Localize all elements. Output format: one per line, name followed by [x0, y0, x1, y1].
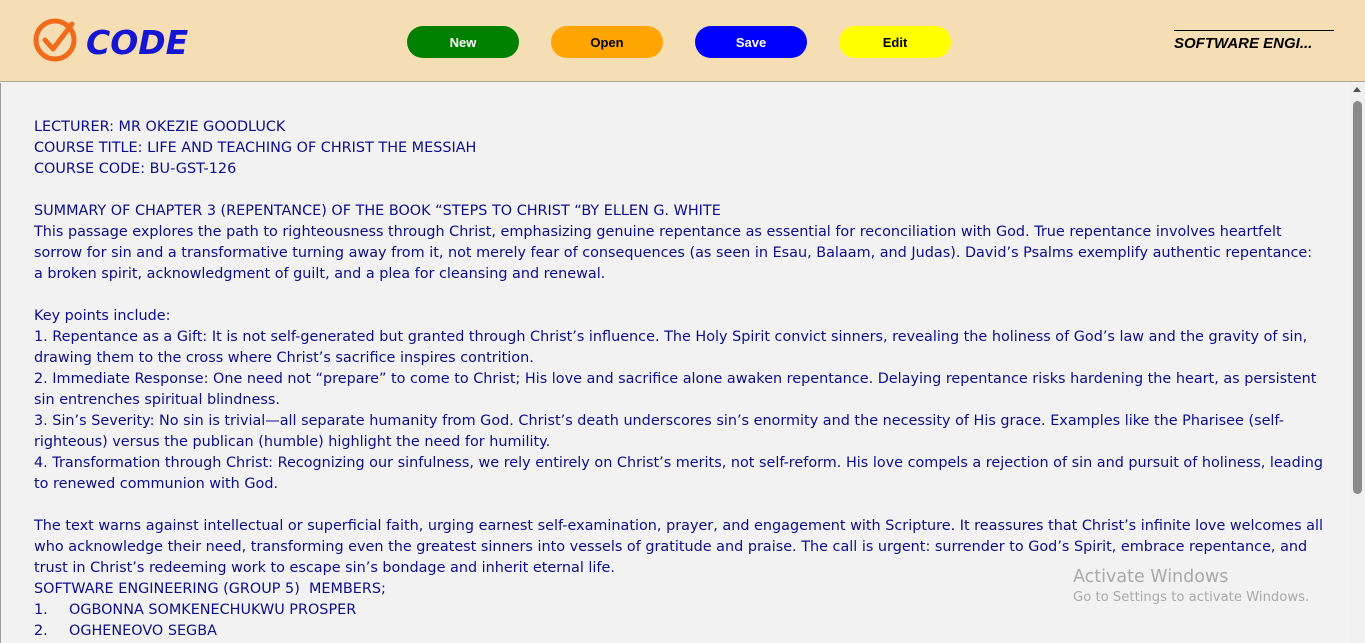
- key-point-3: 3. Sin’s Severity: No sin is trivial—all…: [34, 413, 1284, 450]
- key-points-heading: Key points include:: [34, 308, 171, 324]
- document-content[interactable]: LECTURER: MR OKEZIE GOODLUCK COURSE TITL…: [34, 117, 1324, 642]
- member-name: OGHENEOVO SEGBA: [69, 623, 217, 639]
- key-point-2: 2. Immediate Response: One need not “pre…: [34, 371, 1321, 408]
- check-circle-icon: [32, 16, 80, 69]
- intro-paragraph: This passage explores the path to righte…: [34, 224, 1317, 282]
- key-point-4: 4. Transformation through Christ: Recogn…: [34, 455, 1328, 492]
- key-point-1: 1. Repentance as a Gift: It is not self-…: [34, 329, 1312, 366]
- member-number: 1.: [34, 602, 48, 618]
- app-logo[interactable]: CODE: [32, 18, 188, 66]
- activation-watermark: Activate Windows Go to Settings to activ…: [1073, 566, 1309, 608]
- lecturer-line: LECTURER: MR OKEZIE GOODLUCK: [34, 119, 286, 135]
- member-number: 2.: [34, 623, 48, 639]
- member-name: OGBONNA SOMKENECHUKWU PROSPER: [69, 602, 357, 618]
- new-button[interactable]: New: [407, 26, 519, 58]
- course-code-line: COURSE CODE: BU-GST-126: [34, 161, 237, 177]
- scroll-up-arrow-icon[interactable]: [1353, 87, 1361, 92]
- watermark-title: Activate Windows: [1073, 567, 1229, 587]
- app-header: CODE New Open Save Edit SOFTWARE ENGI...: [0, 0, 1365, 82]
- course-title-line: COURSE TITLE: LIFE AND TEACHING OF CHRIS…: [34, 140, 477, 156]
- document-editor[interactable]: LECTURER: MR OKEZIE GOODLUCK COURSE TITL…: [0, 83, 1350, 643]
- save-button[interactable]: Save: [695, 26, 807, 58]
- scrollbar-thumb[interactable]: [1353, 101, 1362, 494]
- logo-text: CODE: [86, 22, 189, 62]
- summary-heading: SUMMARY OF CHAPTER 3 (REPENTANCE) OF THE…: [34, 203, 721, 219]
- watermark-subtitle: Go to Settings to activate Windows.: [1073, 590, 1310, 605]
- brand-title: SOFTWARE ENGI...: [1174, 30, 1334, 52]
- member-row: 2. OGHENEOVO SEGBA: [34, 621, 1324, 642]
- vertical-scrollbar[interactable]: [1350, 83, 1365, 643]
- open-button[interactable]: Open: [551, 26, 663, 58]
- edit-button[interactable]: Edit: [839, 26, 951, 58]
